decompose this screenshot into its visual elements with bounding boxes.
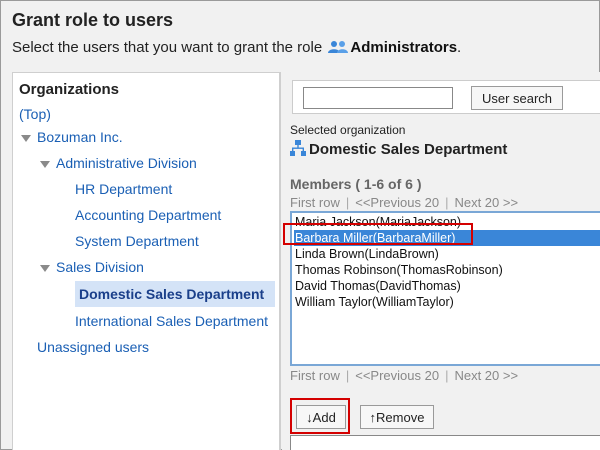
subtitle-text: Select the users that you want to grant … <box>12 39 323 56</box>
tree-item-domestic-sales[interactable]: Domestic Sales Department <box>75 281 275 307</box>
pager-next[interactable]: Next 20 >> <box>454 368 518 383</box>
pager-separator: | <box>345 195 350 210</box>
pager-previous[interactable]: <<Previous 20 <box>355 195 439 210</box>
pager-separator: | <box>345 368 350 383</box>
role-name: Administrators <box>350 39 458 56</box>
selected-organization: Domestic Sales Department <box>290 140 507 160</box>
member-option[interactable]: William Taylor(WilliamTaylor) <box>294 294 600 310</box>
pager-separator: | <box>445 195 449 210</box>
tree-item-sales-division[interactable]: Sales Division <box>56 259 144 275</box>
dialog-frame: Grant role to users Select the users tha… <box>0 0 600 450</box>
selected-organization-label: Selected organization <box>290 123 406 137</box>
search-input[interactable] <box>303 87 453 109</box>
subtitle-suffix: . <box>457 39 462 56</box>
pager-first-row[interactable]: First row <box>290 195 340 210</box>
members-panel: User search Selected organization Domest… <box>282 72 600 450</box>
pager-first-row[interactable]: First row <box>290 368 340 383</box>
pager-top: First row | <<Previous 20 | Next 20 >> <box>290 195 518 210</box>
panel-divider <box>280 72 281 450</box>
organization-tree: Organizations (Top) Bozuman Inc. Adminis… <box>12 72 280 450</box>
granted-users-listbox[interactable] <box>290 435 600 450</box>
tree-item-domestic-sales-label: Domestic Sales Department <box>79 286 265 302</box>
tree-item-administrative-division[interactable]: Administrative Division <box>56 155 197 171</box>
members-heading: Members ( 1-6 of 6 ) <box>290 176 422 192</box>
expand-triangle-icon[interactable] <box>40 161 50 168</box>
tree-item-top[interactable]: (Top) <box>19 106 51 122</box>
tree-item-system[interactable]: System Department <box>75 233 199 249</box>
member-option[interactable]: David Thomas(DavidThomas) <box>294 278 600 294</box>
tree-item-unassigned[interactable]: Unassigned users <box>37 339 149 355</box>
expand-triangle-icon[interactable] <box>21 135 31 142</box>
user-search-button[interactable]: User search <box>471 86 563 110</box>
expand-triangle-icon[interactable] <box>40 265 50 272</box>
member-option[interactable]: Thomas Robinson(ThomasRobinson) <box>294 262 600 278</box>
pager-separator: | <box>445 368 449 383</box>
selected-organization-name: Domestic Sales Department <box>309 141 508 158</box>
tree-item-accounting[interactable]: Accounting Department <box>75 207 221 223</box>
tree-item-bozuman[interactable]: Bozuman Inc. <box>37 129 123 145</box>
pager-next[interactable]: Next 20 >> <box>454 195 518 210</box>
page-subtitle: Select the users that you want to grant … <box>12 39 461 58</box>
users-icon <box>328 40 349 58</box>
page-title: Grant role to users <box>12 10 174 30</box>
remove-button[interactable]: ↑Remove <box>360 405 434 429</box>
search-bar: User search <box>292 80 600 114</box>
tree-item-international-sales[interactable]: International Sales Department <box>75 313 268 329</box>
tree-item-hr[interactable]: HR Department <box>75 181 172 197</box>
highlight-member-box <box>283 223 473 245</box>
pager-previous[interactable]: <<Previous 20 <box>355 368 439 383</box>
organization-icon <box>290 140 306 160</box>
pager-bottom: First row | <<Previous 20 | Next 20 >> <box>290 368 518 383</box>
member-option[interactable]: Linda Brown(LindaBrown) <box>294 246 600 262</box>
highlight-add-box <box>290 398 350 434</box>
organizations-heading: Organizations <box>19 81 120 98</box>
